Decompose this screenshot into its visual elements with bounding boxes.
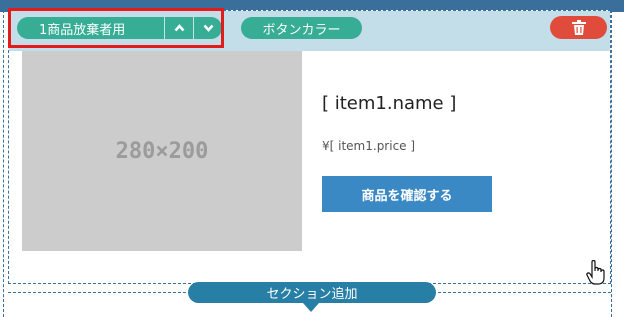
item-price[interactable]: ¥[ item1.price ] (322, 139, 415, 153)
add-section-arrow (303, 303, 319, 312)
outer-border-right (611, 10, 612, 317)
trash-icon (571, 20, 586, 35)
outer-border-left (3, 10, 4, 317)
product-image-placeholder[interactable]: 280×200 (22, 51, 302, 251)
delete-button[interactable] (550, 16, 607, 39)
image-size-label: 280×200 (115, 138, 209, 164)
item-name[interactable]: [ item1.name ] (322, 93, 456, 114)
add-section-button[interactable]: セクション追加 (188, 282, 436, 303)
button-color-button[interactable]: ボタンカラー (241, 17, 362, 39)
confirm-product-button[interactable]: 商品を確認する (322, 176, 492, 212)
hand-cursor-icon (586, 260, 605, 285)
highlight-box (8, 8, 224, 48)
